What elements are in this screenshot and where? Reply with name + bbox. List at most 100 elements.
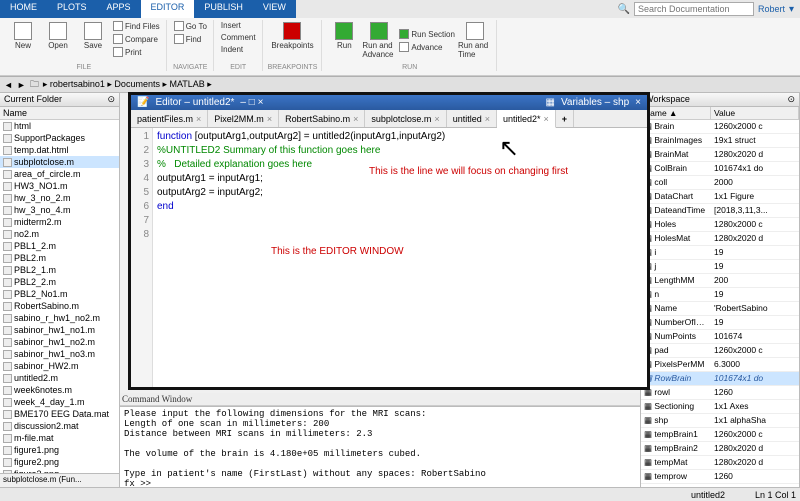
folder-item[interactable]: SupportPackages [0, 132, 119, 144]
folder-item[interactable]: html [0, 120, 119, 132]
folder-item[interactable]: sabino_r_hw1_no2.m [0, 312, 119, 324]
file-tab[interactable]: untitled × [447, 110, 497, 127]
command-window[interactable]: Please input the following dimensions fo… [120, 406, 640, 487]
workspace-row[interactable]: ▦ DateandTime[2018,3,11,3... [641, 204, 799, 218]
ws-col-name[interactable]: Name ▲ [641, 107, 711, 119]
file-tab[interactable]: subplotclose.m × [365, 110, 446, 127]
folder-item[interactable]: PBL1_2.m [0, 240, 119, 252]
workspace-row[interactable]: ▦ shp1x1 alphaSha [641, 414, 799, 428]
folder-item[interactable]: sabinor_hw1_no2.m [0, 336, 119, 348]
tab-editor[interactable]: EDITOR [141, 0, 195, 18]
workspace-row[interactable]: ▦ ColBrain101674x1 do [641, 162, 799, 176]
tab-home[interactable]: HOME [0, 0, 47, 18]
goto-button[interactable]: Go To [172, 20, 209, 32]
folder-item[interactable]: discussion2.mat [0, 420, 119, 432]
folder-item[interactable]: PBL2.m [0, 252, 119, 264]
folder-item[interactable]: sabinor_HW2.m [0, 360, 119, 372]
new-tab-button[interactable]: + [556, 110, 574, 127]
run-button[interactable]: Run [327, 20, 361, 61]
folder-item[interactable]: RobertSabino.m [0, 300, 119, 312]
close-icon[interactable]: × [267, 114, 272, 124]
folder-item[interactable]: figure2.png [0, 456, 119, 468]
tab-plots[interactable]: PLOTS [47, 0, 97, 18]
address-path[interactable]: ▸ robertsabino1 ▸ Documents ▸ MATLAB ▸ [43, 79, 212, 90]
workspace-row[interactable]: ▦ coll2000 [641, 176, 799, 190]
run-advance-button[interactable]: Run and Advance [362, 20, 396, 61]
close-icon[interactable]: × [544, 114, 549, 124]
open-button[interactable]: Open [41, 20, 75, 58]
folder-item[interactable]: week6notes.m [0, 384, 119, 396]
folder-item[interactable]: PBL2_2.m [0, 276, 119, 288]
insert-button[interactable]: Insert [219, 20, 258, 31]
search-input[interactable] [634, 2, 754, 16]
save-button[interactable]: Save [76, 20, 110, 58]
workspace-row[interactable]: ▦ pad1260x2000 c [641, 344, 799, 358]
workspace-row[interactable]: ▦ tempBrain21280x2020 d [641, 442, 799, 456]
file-tab[interactable]: untitled2* × [497, 110, 556, 128]
find-button[interactable]: Find [172, 33, 209, 45]
folder-item[interactable]: week_4_day_1.m [0, 396, 119, 408]
folder-item[interactable]: temp.dat.html [0, 144, 119, 156]
folder-item[interactable]: sabinor_hw1_no3.m [0, 348, 119, 360]
close-icon[interactable]: × [353, 114, 358, 124]
workspace-row[interactable]: ▦ NumPoints101674 [641, 330, 799, 344]
workspace-row[interactable]: ▦ BrainImages19x1 struct [641, 134, 799, 148]
workspace-row[interactable]: ▦ n19 [641, 288, 799, 302]
indent-button[interactable]: Indent [219, 44, 258, 55]
folder-item[interactable]: area_of_circle.m [0, 168, 119, 180]
workspace-row[interactable]: ▦ i19 [641, 246, 799, 260]
compare-button[interactable]: Compare [111, 33, 162, 45]
workspace-row[interactable]: ▦ BrainMat1280x2020 d [641, 148, 799, 162]
folder-item[interactable]: untitled2.m [0, 372, 119, 384]
folder-item[interactable]: hw_3_no_4.m [0, 204, 119, 216]
folder-item[interactable]: subplotclose.m [0, 156, 119, 168]
close-icon[interactable]: × [485, 114, 490, 124]
folder-item[interactable]: sabinor_hw1_no1.m [0, 324, 119, 336]
workspace-row[interactable]: ▦ temprow1260 [641, 470, 799, 484]
workspace-row[interactable]: ▦ tempBrain11260x2000 c [641, 428, 799, 442]
folder-item[interactable]: PBL2_1.m [0, 264, 119, 276]
workspace-row[interactable]: ▦ Name'RobertSabino [641, 302, 799, 316]
workspace-row[interactable]: ▦ HolesMat1280x2020 d [641, 232, 799, 246]
folder-back-icon[interactable]: ◄ [4, 80, 13, 90]
user-menu[interactable]: Robert [758, 4, 785, 14]
workspace-row[interactable]: ▦ Holes1280x2000 c [641, 218, 799, 232]
folder-item[interactable]: no2.m [0, 228, 119, 240]
tab-publish[interactable]: PUBLISH [194, 0, 253, 18]
folder-item[interactable]: PBL2_No1.m [0, 288, 119, 300]
tab-view[interactable]: VIEW [253, 0, 296, 18]
file-tab[interactable]: Pixel2MM.m × [208, 110, 279, 127]
close-icon[interactable]: × [434, 114, 439, 124]
workspace-row[interactable]: ▦ DataChart1x1 Figure [641, 190, 799, 204]
workspace-row[interactable]: ▦ NumberOfIma...19 [641, 316, 799, 330]
workspace-row[interactable]: ▦ tempMat1280x2020 d [641, 456, 799, 470]
workspace-row[interactable]: ▦ rowl1260 [641, 386, 799, 400]
breakpoints-button[interactable]: Breakpoints [275, 20, 309, 52]
col-name[interactable]: Name [3, 108, 27, 118]
folder-item[interactable]: m-file.mat [0, 432, 119, 444]
advance-button[interactable]: Advance [397, 41, 457, 53]
workspace-row[interactable]: ▦ LengthMM200 [641, 274, 799, 288]
workspace-row[interactable]: ▦ tempz101674x1 do [641, 484, 799, 487]
panel-menu-icon[interactable]: ⊙ [787, 94, 795, 105]
folder-fwd-icon[interactable]: ► [17, 80, 26, 90]
folder-item[interactable]: BME170 EEG Data.mat [0, 408, 119, 420]
workspace-row[interactable]: ▦ Brain1260x2000 c [641, 120, 799, 134]
run-section-button[interactable]: Run Section [397, 28, 457, 40]
run-time-button[interactable]: Run and Time [458, 20, 492, 61]
file-tab[interactable]: patientFiles.m × [131, 110, 208, 127]
folder-item[interactable]: midterm2.m [0, 216, 119, 228]
folder-item[interactable]: hw_3_no_2.m [0, 192, 119, 204]
workspace-row[interactable]: ▦ RowBrain101674x1 do [641, 372, 799, 386]
workspace-row[interactable]: ▦ j19 [641, 260, 799, 274]
ws-col-value[interactable]: Value [711, 107, 799, 119]
workspace-row[interactable]: ▦ Sectioning1x1 Axes [641, 400, 799, 414]
panel-menu-icon[interactable]: ⊙ [107, 94, 115, 105]
new-button[interactable]: New [6, 20, 40, 58]
folder-item[interactable]: HW3_NO1.m [0, 180, 119, 192]
file-tab[interactable]: RobertSabino.m × [279, 110, 365, 127]
print-button[interactable]: Print [111, 46, 162, 58]
workspace-row[interactable]: ▦ PixelsPerMM6.3000 [641, 358, 799, 372]
comment-button[interactable]: Comment [219, 32, 258, 43]
find-files-button[interactable]: Find Files [111, 20, 162, 32]
